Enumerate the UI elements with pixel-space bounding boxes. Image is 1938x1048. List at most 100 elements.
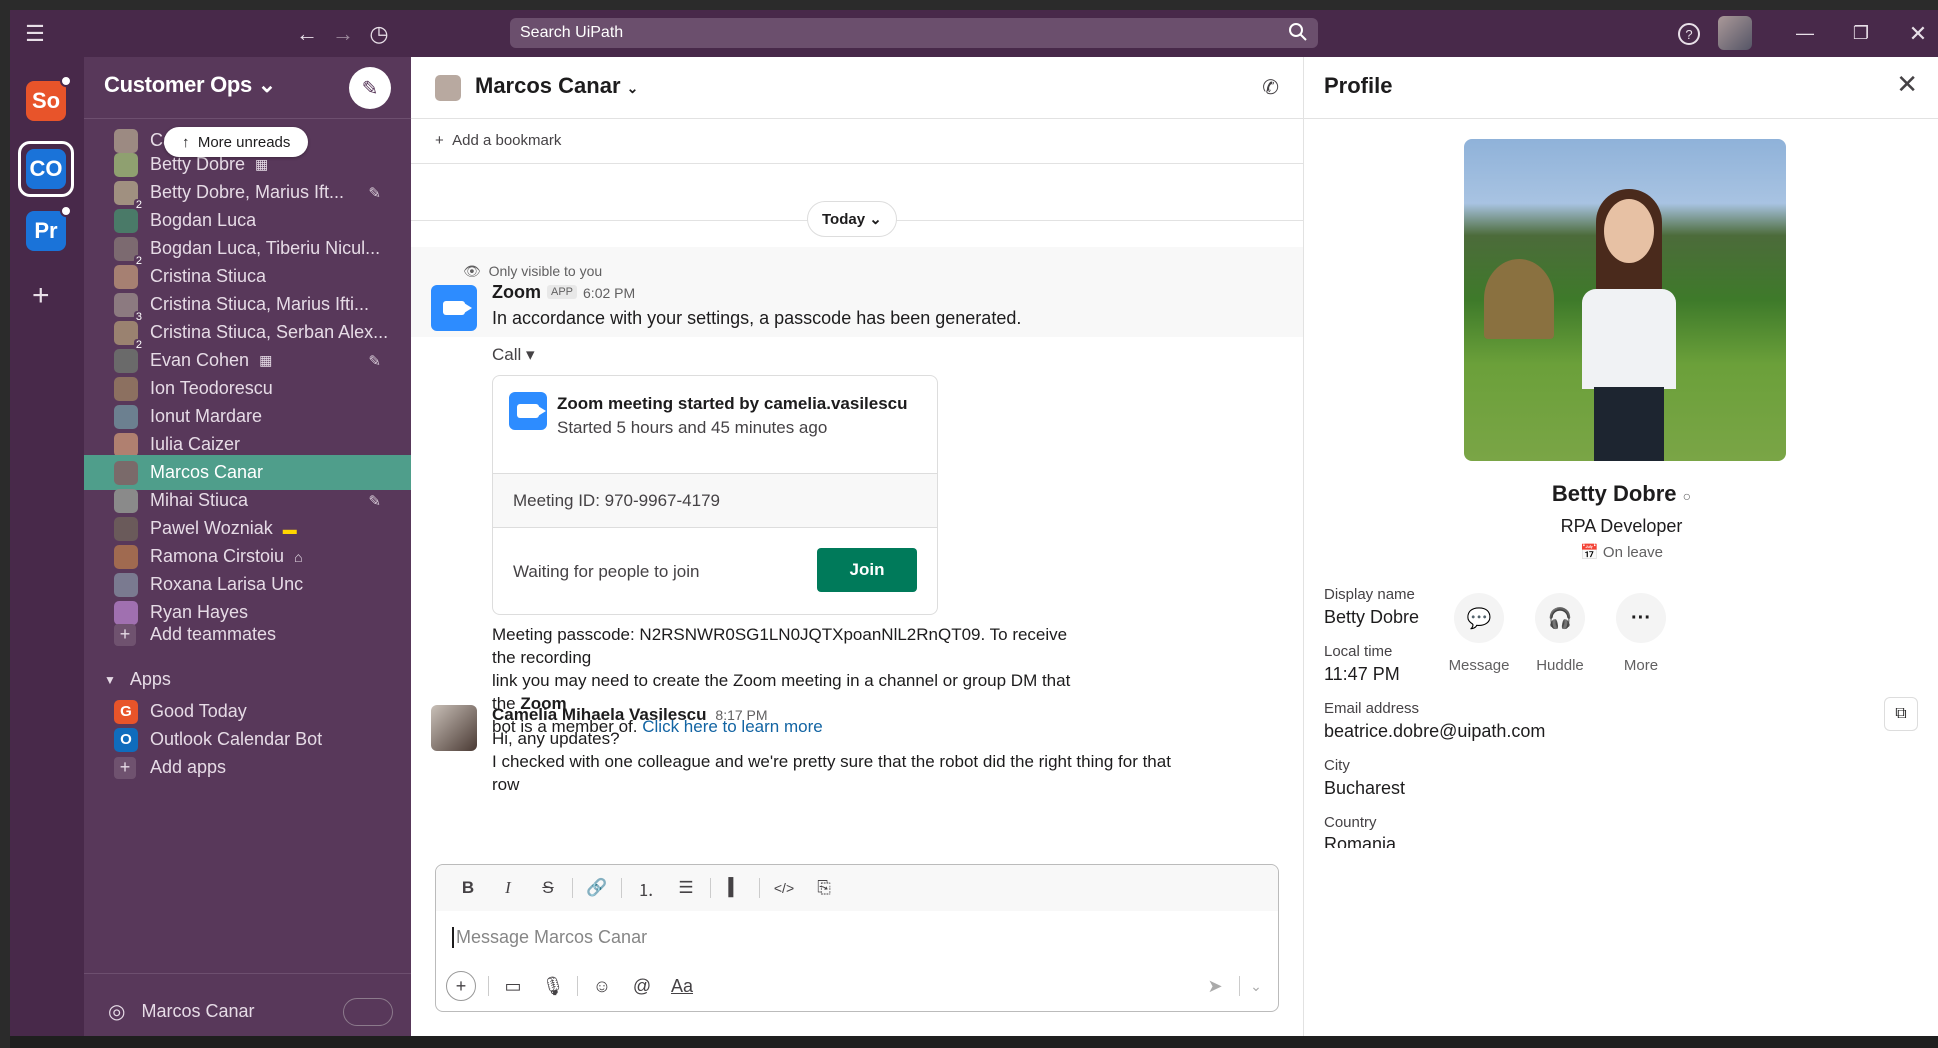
strikethrough-icon[interactable]: S (528, 878, 568, 898)
send-icon[interactable]: ➤ (1195, 976, 1235, 997)
sender-name[interactable]: Zoom (492, 282, 541, 302)
video-icon[interactable]: ▭ (493, 976, 533, 997)
flag-icon: ▬ (282, 520, 297, 537)
camelia-message-body: Hi, any updates? I checked with one coll… (492, 727, 1171, 796)
camelia-message-header: Camelia Mihaela Vasilescu 8:17 PM (492, 705, 768, 725)
zoom-app-icon[interactable] (431, 285, 477, 331)
workspace-name[interactable]: Customer Ops ⌄ (104, 72, 276, 98)
mention-icon[interactable]: @ (622, 976, 662, 997)
contact-avatar (435, 75, 461, 101)
workspace-co[interactable]: CO (26, 149, 66, 189)
chevron-down-icon[interactable]: ⌄ (1244, 978, 1268, 995)
dm-label: Roxana Larisa Unc (150, 574, 304, 594)
help-icon[interactable]: ? (1672, 10, 1706, 57)
message-action[interactable]: 💬 Message (1439, 593, 1519, 674)
email-link[interactable]: beatrice.dobre@uipath.com (1324, 721, 1545, 742)
workspace-rail: So CO Pr + (10, 57, 84, 1048)
country-label: Country (1324, 814, 1377, 831)
ordered-list-icon[interactable]: ⒈ (626, 876, 666, 901)
channel-header: Marcos Canar ⌄ ✆ (411, 57, 1303, 119)
close-icon[interactable]: ✕ (1896, 69, 1918, 100)
message-time[interactable]: 6:02 PM (583, 285, 635, 301)
user-avatar[interactable] (1718, 16, 1752, 50)
bulleted-list-icon[interactable]: ☰ (666, 878, 706, 898)
link-icon[interactable]: 🔗 (577, 878, 617, 898)
apps-section-header[interactable]: ▼ Apps (84, 662, 411, 697)
dm-avatar (114, 152, 138, 177)
plus-icon: + (114, 756, 136, 779)
good-today-app-icon: G (114, 699, 138, 724)
text-format-icon[interactable]: Aa (662, 976, 702, 997)
sidebar-header: Customer Ops ⌄ ✎ (84, 57, 411, 119)
profile-photo[interactable] (1464, 139, 1786, 461)
plus-icon[interactable]: + (446, 971, 476, 1001)
draft-pencil-icon: ✎ (368, 492, 381, 510)
call-label[interactable]: Call ▾ (492, 345, 535, 365)
sidebar: Customer Ops ⌄ ✎ Ca... ...escuBetty Dobr… (84, 57, 411, 1048)
ephemeral-message: 👁 Only visible to you Zoom APP 6:02 PM In … (411, 247, 1303, 337)
emoji-icon[interactable]: ☺ (582, 976, 622, 997)
huddle-toggle[interactable] (343, 998, 393, 1026)
group-dm-avatar: 2 (114, 236, 144, 267)
camelia-avatar[interactable] (431, 705, 477, 751)
zoom-call-card: Zoom meeting started by camelia.vasilesc… (492, 375, 938, 615)
bold-icon[interactable]: B (448, 878, 488, 898)
join-button[interactable]: Join (817, 548, 917, 592)
card-title: Zoom meeting started by camelia.vasilesc… (557, 394, 908, 413)
close-window-icon[interactable]: ✕ (1903, 10, 1933, 57)
add-workspace-icon[interactable]: + (32, 279, 50, 313)
sender-name[interactable]: Camelia Mihaela Vasilescu (492, 705, 707, 724)
restore-icon[interactable]: ❐ (1846, 10, 1876, 57)
profile-name: Betty Dobre ○ (1551, 481, 1692, 506)
good-today-label: Good Today (150, 701, 247, 721)
add-bookmark-button[interactable]: + Add a bookmark (435, 132, 561, 149)
message-input[interactable]: Message Marcos Canar (452, 927, 647, 948)
display-name-value: Betty Dobre (1324, 607, 1420, 627)
date-divider-button[interactable]: Today ⌄ (807, 201, 897, 237)
card-subtitle: Started 5 hours and 45 minutes ago (557, 418, 828, 437)
local-time-value: 11:47 PM (1324, 664, 1400, 684)
phone-icon[interactable]: ✆ (1262, 75, 1279, 100)
workspace-so-label: So (31, 88, 61, 113)
copy-icon[interactable]: ⧉ (1884, 697, 1918, 731)
workspace-so[interactable]: So (26, 81, 66, 121)
more-unreads-button[interactable]: ↑ More unreads (164, 127, 309, 157)
microphone-icon[interactable]: 🎙 (533, 976, 573, 997)
search-icon (1288, 22, 1308, 47)
workspace-pr[interactable]: Pr (26, 211, 66, 251)
add-teammates-label: Add teammates (150, 624, 277, 644)
huddle-action[interactable]: 🎧 Huddle (1520, 593, 1600, 674)
more-action[interactable]: ··· More (1601, 593, 1681, 674)
forward-arrow-icon[interactable]: → (328, 10, 358, 57)
dm-label: Cristina Stiuca, Serban Alex... (150, 322, 389, 342)
add-teammates-button[interactable]: + Add teammates (84, 617, 411, 652)
plus-icon: + (114, 623, 136, 646)
blockquote-icon[interactable]: ▍ (715, 878, 755, 898)
photo-person-shirt (1582, 289, 1676, 389)
back-arrow-icon[interactable]: ← (292, 10, 322, 57)
menu-icon[interactable]: ☰ (20, 10, 50, 57)
on-leave-icon: 📅 (1580, 544, 1599, 561)
compose-icon[interactable]: ✎ (349, 67, 391, 109)
add-apps-button[interactable]: + Add apps (84, 750, 411, 785)
code-block-icon[interactable]: ⎘ (804, 878, 844, 898)
display-name-label: Display name (1324, 586, 1415, 603)
huddle-footer-name: Marcos Canar (141, 1000, 255, 1021)
minimize-icon[interactable]: — (1790, 10, 1820, 57)
add-apps-label: Add apps (150, 757, 227, 777)
channel-title[interactable]: Marcos Canar ⌄ (475, 73, 638, 99)
dm-avatar (114, 404, 138, 429)
history-icon[interactable]: ◷ (364, 10, 394, 57)
message-time[interactable]: 8:17 PM (715, 707, 767, 723)
italic-icon[interactable]: I (488, 878, 528, 898)
meeting-id: Meeting ID: 970-9967-4179 (493, 474, 937, 528)
search-input[interactable]: Search UiPath (510, 18, 1318, 48)
divider (411, 163, 1303, 164)
apps-section-label: Apps (129, 669, 171, 689)
message-composer: B I S 🔗 ⒈ ☰ ▍ </> ⎘ Message Marcos Canar… (435, 864, 1279, 1012)
separator (759, 878, 760, 898)
workspace-co-label: CO (29, 156, 63, 181)
code-icon[interactable]: </> (764, 880, 804, 896)
separator (488, 976, 489, 996)
dm-avatar (114, 460, 138, 485)
